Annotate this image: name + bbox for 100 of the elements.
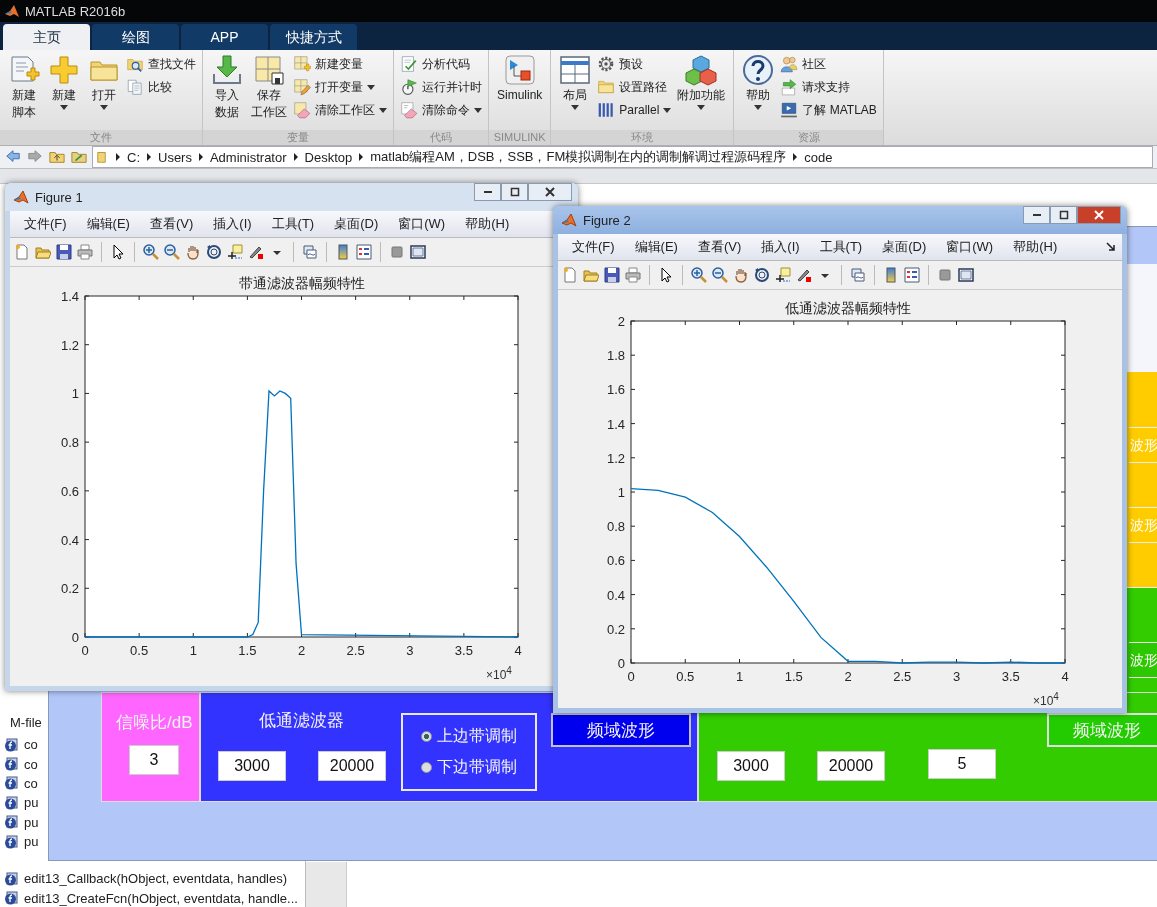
linked-windows-icon[interactable] [850,267,866,283]
menu-item[interactable]: 帮助(H) [455,215,520,233]
close-button[interactable] [528,183,572,201]
maximize-button[interactable] [1050,206,1077,224]
radio-button[interactable] [421,731,432,742]
menu-item[interactable]: 编辑(E) [624,238,688,256]
pointer-icon[interactable] [110,244,126,260]
ribbon-button[interactable]: 比较 [126,77,196,97]
ribbon-button[interactable]: 清除命令 [400,100,482,120]
path-field[interactable]: C: Users Administrator Desktop matlab编程AM，DSB，SSB，FM模拟调制在内的调制解调过程源码程序 code [92,146,1153,168]
ribbon-tab[interactable]: APP [181,24,268,50]
file-item[interactable]: co [4,773,42,794]
square-icon[interactable] [937,267,953,283]
colorbar-icon[interactable] [335,244,351,260]
ribbon-button[interactable]: 新建 脚本 [6,54,42,120]
menu-item[interactable]: 窗口(W) [388,215,456,233]
brush-icon[interactable] [796,267,812,283]
input-field[interactable]: 5 [928,749,996,779]
ribbon-tab[interactable]: 绘图 [92,24,179,50]
up-folder-icon[interactable] [48,149,66,165]
menu-item[interactable]: 工具(T) [809,238,873,256]
file-item[interactable]: pu [4,831,42,852]
ribbon-button[interactable]: 打开 [86,54,122,110]
file-item[interactable]: co [4,735,42,755]
menu-item[interactable]: 编辑(E) [76,215,140,233]
path-segment[interactable]: C: [127,149,140,165]
file-item[interactable]: edit13_CreateFcn(hObject, eventdata, handle... [4,888,298,907]
close-button[interactable] [1077,206,1121,224]
ribbon-button[interactable]: 预设 [597,54,672,74]
menu-item[interactable]: 工具(T) [261,215,325,233]
input-field[interactable]: 3000 [717,751,785,781]
ribbon-button[interactable]: 帮助 [740,54,777,110]
rotate-icon[interactable] [206,244,222,260]
save-icon[interactable] [56,244,72,260]
ribbon-button[interactable]: 导入 数据 [209,54,245,120]
path-segment[interactable]: Administrator [209,149,287,165]
file-item[interactable]: edit13_Callback(hObject, eventdata, handles) [4,869,298,889]
ribbon-button[interactable]: 布局 [557,54,594,110]
rotate-icon[interactable] [754,267,770,283]
zoom-in-icon[interactable] [691,267,707,283]
radio-button[interactable] [421,762,432,773]
ribbon-button[interactable]: 分析代码 [400,54,482,74]
ribbon-tab[interactable]: 主页 [3,24,90,50]
ribbon-button[interactable]: 请求支持 [780,77,877,97]
ribbon-button[interactable]: 新建变量 [293,54,387,74]
input-field[interactable]: 3000 [218,751,286,781]
menu-item[interactable]: 查看(V) [139,215,204,233]
ribbon-button[interactable]: 了解 MATLAB [780,100,877,120]
path-segment[interactable]: Desktop [304,149,353,165]
input-field[interactable]: 3 [129,745,179,775]
file-item[interactable]: pu [4,812,42,832]
legend-icon[interactable] [356,244,372,260]
ribbon-button[interactable]: 打开变量 [293,77,387,97]
ribbon-button[interactable]: 附加功能 [675,54,728,110]
menu-item[interactable]: 文件(F) [14,215,77,233]
path-segment[interactable]: Users [158,149,192,165]
ribbon-button[interactable]: Simulink [495,54,545,103]
ribbon-button[interactable]: 清除工作区 [293,100,387,120]
forward-arrow-icon[interactable] [26,149,44,165]
menu-item[interactable]: 桌面(D) [872,238,937,256]
window-frame-icon[interactable] [410,244,426,260]
menu-item[interactable]: 查看(V) [687,238,752,256]
spectrum-button[interactable]: 频域波形 [551,713,691,747]
data-cursor-icon[interactable] [775,267,791,283]
path-segment[interactable]: matlab编程AM，DSB，SSB，FM模拟调制在内的调制解调过程源码程序 [370,148,787,166]
hand-icon[interactable] [733,267,749,283]
ribbon-button[interactable]: 社区 [780,54,877,74]
minimize-button[interactable] [474,183,501,201]
linked-windows-icon[interactable] [302,244,318,260]
dock-arrow-icon[interactable] [1106,242,1116,252]
window-frame-icon[interactable] [958,267,974,283]
zoom-out-icon[interactable] [712,267,728,283]
hand-icon[interactable] [185,244,201,260]
file-item[interactable]: pu [4,793,42,813]
zoom-in-icon[interactable] [143,244,159,260]
print-icon[interactable] [77,244,93,260]
path-segment[interactable]: code [804,149,833,165]
ribbon-button[interactable]: 查找文件 [126,54,196,74]
ribbon-button[interactable]: 设置路径 [597,77,672,97]
pointer-icon[interactable] [658,267,674,283]
menu-item[interactable]: 帮助(H) [1003,238,1068,256]
save-icon[interactable] [604,267,620,283]
file-item[interactable]: co [4,754,42,774]
colorbar-icon[interactable] [883,267,899,283]
back-arrow-icon[interactable] [4,149,22,165]
print-icon[interactable] [625,267,641,283]
zoom-out-icon[interactable] [164,244,180,260]
ribbon-button[interactable]: 保存 工作区 [249,54,289,120]
menu-item[interactable]: 插入(I) [751,238,810,256]
menu-item[interactable]: 窗口(W) [936,238,1004,256]
data-cursor-icon[interactable] [227,244,243,260]
square-icon[interactable] [389,244,405,260]
ribbon-button[interactable]: 运行并计时 [400,77,482,97]
minimize-button[interactable] [1023,206,1050,224]
legend-icon[interactable] [904,267,920,283]
browse-folder-icon[interactable] [70,149,88,165]
open-folder-icon[interactable] [35,244,51,260]
ribbon-button[interactable]: 新建 [46,54,82,110]
brush-icon[interactable] [248,244,264,260]
ribbon-button[interactable]: Parallel [597,100,672,120]
